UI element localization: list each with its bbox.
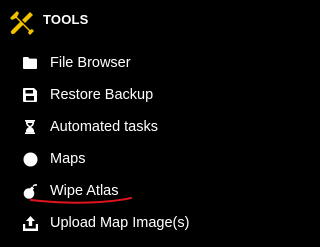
menu-item-label: Maps [50,151,86,167]
menu-item-file-browser[interactable]: File Browser [22,52,242,74]
hourglass-icon [22,119,38,135]
menu-item-automated-tasks[interactable]: Automated tasks [22,116,242,138]
menu-item-label: Restore Backup [50,87,154,103]
circle-icon [22,151,38,167]
menu-item-upload-map-images[interactable]: Upload Map Image(s) [22,212,242,234]
menu-item-maps[interactable]: Maps [22,148,242,170]
tools-header [9,9,35,37]
menu-item-label: Automated tasks [50,119,158,135]
folder-icon [22,55,38,71]
save-icon [22,87,38,103]
upload-icon [22,215,38,231]
menu-item-label: File Browser [50,55,131,71]
red-underline-annotation [30,197,132,204]
menu-item-restore-backup[interactable]: Restore Backup [22,84,242,106]
menu-item-label: Upload Map Image(s) [50,215,190,231]
tools-icon [9,10,35,36]
tools-title: TOOLS [43,12,89,27]
